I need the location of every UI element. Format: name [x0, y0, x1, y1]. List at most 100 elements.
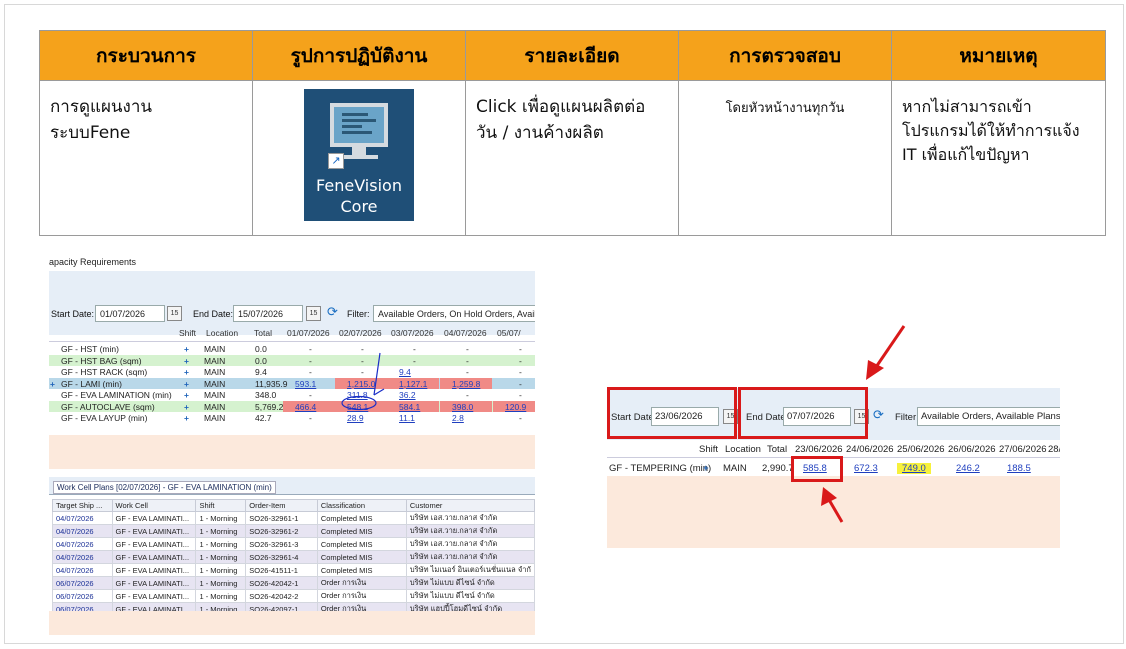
- grid-header: Shift Location Total 01/07/2026 02/07/2026 03…: [49, 327, 535, 339]
- calendar-icon[interactable]: 15: [167, 306, 182, 321]
- table-cell: Completed MIS: [316, 511, 407, 525]
- table-row[interactable]: GF - EVA LAMINATION (min) + MAIN 348.0-311.…: [49, 389, 535, 401]
- column-header[interactable]: 26/06/2026: [948, 444, 996, 455]
- value-cell: -: [466, 367, 469, 377]
- table-cell: Completed MIS: [316, 524, 407, 538]
- table-row[interactable]: 04/07/2026 GF - EVA LAMINATI... 1 - Mornin…: [52, 563, 535, 577]
- add-icon[interactable]: +: [184, 413, 189, 423]
- value-cell[interactable]: 120.9: [505, 402, 526, 412]
- location-cell: MAIN: [204, 390, 226, 400]
- add-icon[interactable]: +: [184, 356, 189, 366]
- column-header[interactable]: Location: [206, 328, 238, 338]
- filter-input[interactable]: Available Orders, Available Plans, Ackno…: [917, 407, 1060, 426]
- table-row[interactable]: GF - AUTOCLAVE (sqm) + MAIN 5,769.2 466.4 548…: [49, 400, 535, 413]
- column-header[interactable]: 24/06/2026: [846, 444, 894, 455]
- add-icon[interactable]: +: [184, 390, 189, 400]
- value-cell: -: [309, 367, 312, 377]
- total-cell: 9.4: [255, 367, 267, 377]
- start-date-highlight: [607, 387, 737, 439]
- icon-label: FeneVision Core: [316, 176, 402, 216]
- value-cell[interactable]: 1,259.8: [452, 379, 480, 389]
- table-cell: Completed MIS: [316, 550, 407, 564]
- table-cell: 1 - Morning: [195, 550, 247, 564]
- table-row[interactable]: GF - EVA LAYUP (min) + MAIN 42.7 - 28.9 11.1 2.…: [49, 412, 535, 424]
- table-row[interactable]: GF - HST RACK (sqm) + MAIN 9.4- -9.4- -: [49, 366, 535, 378]
- start-date-input[interactable]: 01/07/2026: [95, 305, 165, 322]
- add-icon[interactable]: +: [184, 367, 189, 377]
- end-date-input[interactable]: 15/07/2026: [233, 305, 303, 322]
- value-cell[interactable]: 749.0: [897, 463, 931, 474]
- refresh-icon[interactable]: ⟳: [327, 304, 338, 320]
- monitor-icon: [330, 103, 388, 147]
- column-header[interactable]: 25/06/2026: [897, 444, 945, 455]
- column-header[interactable]: Total: [254, 328, 272, 338]
- column-header[interactable]: 03/07/2026: [391, 328, 434, 338]
- column-header[interactable]: 05/07/: [497, 328, 521, 338]
- table-cell: 06/07/2026: [52, 576, 113, 590]
- table-row[interactable]: 04/07/2026 GF - EVA LAMINATI... 1 - Mornin…: [52, 511, 535, 525]
- column-header[interactable]: Shift: [195, 499, 247, 512]
- table-row[interactable]: 04/07/2026 GF - EVA LAMINATI... 1 - Mornin…: [52, 524, 535, 538]
- value-cell[interactable]: 398.0: [452, 402, 473, 412]
- column-header[interactable]: 04/07/2026: [444, 328, 487, 338]
- table-cell: 1 - Morning: [195, 511, 247, 525]
- column-header[interactable]: Target Ship ...: [52, 499, 113, 512]
- arrow-down-left-icon: [866, 325, 906, 380]
- column-header[interactable]: Classification: [316, 499, 407, 512]
- value-cell[interactable]: 188.5: [1007, 463, 1031, 474]
- table-cell: GF - EVA LAMINATI...: [111, 537, 197, 551]
- filter-input[interactable]: Available Orders, On Hold Orders, Availa…: [373, 305, 535, 322]
- row-label: GF - HST RACK (sqm): [61, 367, 148, 377]
- table-empty-area: [49, 611, 535, 635]
- table-row[interactable]: 04/07/2026 GF - EVA LAMINATI... 1 - Mornin…: [52, 550, 535, 564]
- table-row[interactable]: 04/07/2026 GF - EVA LAMINATI... 1 - Mornin…: [52, 537, 535, 551]
- table-cell: Completed MIS: [316, 537, 407, 551]
- row-label: GF - HST BAG (sqm): [61, 355, 142, 366]
- location-cell: MAIN: [723, 463, 747, 474]
- work-cell-table: Target Ship ... Work Cell Shift Order-Item C…: [52, 499, 535, 616]
- column-header[interactable]: 02/07/2026: [339, 328, 382, 338]
- table-row[interactable]: GF - HST (min) + MAIN 0.0- - - - -: [49, 343, 535, 355]
- column-header[interactable]: Order-Item: [245, 499, 318, 512]
- column-header[interactable]: Work Cell: [111, 499, 197, 512]
- value-cell[interactable]: 246.2: [956, 463, 980, 474]
- column-header[interactable]: 28/: [1048, 444, 1060, 455]
- column-header[interactable]: 01/07/2026: [287, 328, 330, 338]
- total-cell: 348.0: [255, 390, 277, 400]
- table-row[interactable]: 06/07/2026 GF - EVA LAMINATI... 1 - Mornin…: [52, 589, 535, 603]
- process-table: กระบวนการ รูปการปฏิบัติงาน รายละเอียด กา…: [39, 30, 1106, 236]
- refresh-icon[interactable]: ⟳: [873, 407, 884, 423]
- add-icon[interactable]: +: [703, 463, 709, 474]
- expand-icon[interactable]: +: [50, 379, 55, 389]
- column-header[interactable]: Total: [767, 444, 787, 455]
- filter-bar: [49, 271, 535, 335]
- value-cell[interactable]: 28.9: [347, 413, 364, 423]
- column-header[interactable]: 27/06/2026: [999, 444, 1047, 455]
- tab-work-cell-plans[interactable]: Work Cell Plans [02/07/2026] - GF - EVA …: [53, 481, 276, 494]
- calendar-icon[interactable]: 15: [306, 306, 321, 321]
- value-cell: -: [519, 367, 522, 377]
- value-cell[interactable]: 672.3: [854, 463, 878, 474]
- column-header[interactable]: Customer: [405, 499, 535, 512]
- column-header[interactable]: 23/06/2026: [795, 444, 843, 455]
- value-cell[interactable]: 466.4: [295, 402, 316, 412]
- column-header[interactable]: Shift: [699, 444, 718, 455]
- table-row[interactable]: 06/07/2026 GF - EVA LAMINATI... 1 - Mornin…: [52, 576, 535, 590]
- handwritten-circle-annotation: [341, 352, 385, 411]
- table-row[interactable]: + GF - LAMI (min) + MAIN 11,935.9 593.1 1,215.…: [49, 377, 535, 390]
- add-icon[interactable]: +: [184, 344, 189, 354]
- location-cell: MAIN: [204, 413, 226, 423]
- column-header[interactable]: Shift: [179, 328, 196, 338]
- value-cell[interactable]: 2.8: [452, 413, 464, 423]
- table-row[interactable]: GF - HST BAG (sqm) + MAIN 0.0- - - - -: [49, 354, 535, 367]
- row-label: GF - AUTOCLAVE (sqm): [61, 401, 155, 412]
- table-cell: SO26-41511-1: [245, 563, 318, 577]
- add-icon[interactable]: +: [184, 402, 189, 412]
- table-cell: SO26-32961-1: [245, 511, 318, 525]
- value-cell: -: [309, 344, 312, 354]
- value-cell[interactable]: 593.1: [295, 379, 316, 389]
- column-header[interactable]: Location: [725, 444, 761, 455]
- fenevision-core-icon[interactable]: ↗ t FeneVision Core: [298, 89, 414, 221]
- value-cell[interactable]: 11.1: [399, 413, 415, 423]
- add-icon[interactable]: +: [184, 379, 189, 389]
